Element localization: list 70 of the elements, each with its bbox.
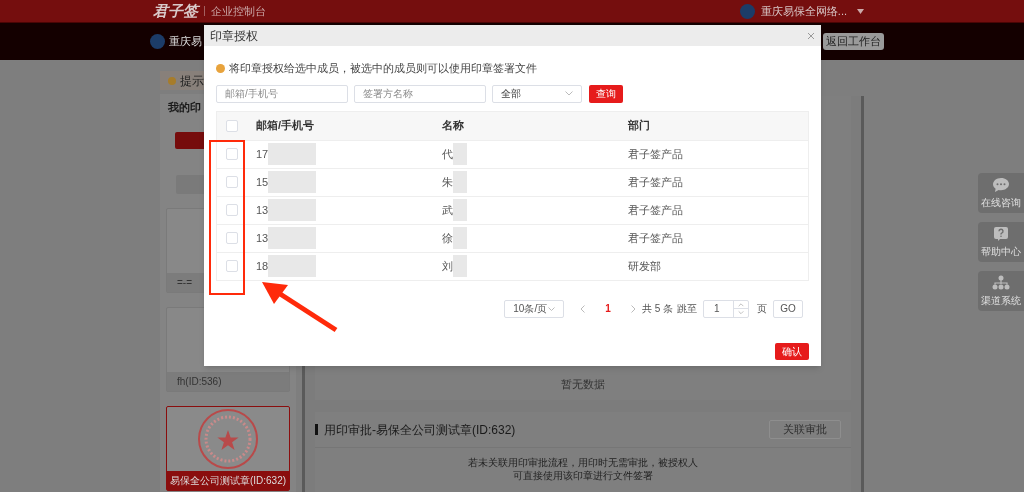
- org-name: 重庆易: [169, 34, 202, 50]
- table-cell: 研发部: [628, 259, 661, 272]
- checkbox[interactable]: [225, 204, 238, 216]
- chevron-down-icon: [548, 306, 556, 311]
- seal-card[interactable]: 易保全公司测试章(ID:632): [166, 406, 290, 491]
- table-cell: 君子签产品: [628, 203, 683, 216]
- checkbox[interactable]: [225, 176, 238, 188]
- avatar: [150, 34, 165, 49]
- logo: 君子签: [153, 0, 198, 22]
- seal-label: 易保全公司测试章(ID:632): [167, 471, 289, 490]
- table-cell: 君子签产品: [628, 175, 683, 188]
- table-cell-text: 刘: [442, 258, 453, 274]
- table-cell-text: 代: [442, 146, 453, 162]
- page-unit: 页: [757, 302, 767, 316]
- table-cell-text: 13: [256, 230, 269, 246]
- info-text: 将印章授权给选中成员，被选中的成员则可以使用印章签署文件: [229, 61, 537, 76]
- confirm-button[interactable]: 确认: [775, 342, 809, 360]
- checkbox[interactable]: [225, 232, 238, 244]
- avatar: [739, 3, 755, 19]
- table-cell-text: 15: [256, 174, 269, 190]
- checkbox[interactable]: [225, 119, 238, 132]
- account-name[interactable]: 重庆易保全网络...: [760, 2, 847, 20]
- jump-label: 跳至: [677, 302, 697, 316]
- empty-text: 暂无数据: [561, 376, 605, 392]
- checkbox[interactable]: [225, 260, 238, 272]
- approval-note: 可直接使用该印章进行文件签署: [513, 469, 653, 482]
- sidebar-title: 我的印: [167, 100, 201, 115]
- seal-label: fh(ID:536): [167, 372, 289, 391]
- console-title: 企业控制台: [211, 3, 266, 19]
- total-count: 共 5 条: [641, 302, 673, 316]
- caret-icon[interactable]: [857, 8, 864, 14]
- search-button[interactable]: 查询: [589, 84, 623, 103]
- help-icon: [993, 225, 1009, 242]
- table-cell: 君子签产品: [628, 231, 683, 244]
- checkbox[interactable]: [225, 148, 238, 160]
- table-cell: 君子签产品: [628, 147, 683, 160]
- dialog-title: 印章授权: [210, 27, 258, 45]
- side-float-button[interactable]: 渠道系统: [978, 271, 1024, 311]
- go-button[interactable]: GO: [773, 299, 803, 318]
- close-icon[interactable]: [807, 31, 815, 40]
- email-field[interactable]: 邮箱/手机号: [216, 84, 348, 103]
- table-cell-text: 武: [442, 202, 453, 218]
- page-size-select[interactable]: 10条/页: [504, 299, 565, 318]
- column-header: 名称: [442, 119, 464, 132]
- table-cell-text: 18: [256, 258, 269, 274]
- table-cell-text: 朱: [442, 174, 453, 190]
- page-number[interactable]: 1: [605, 301, 611, 316]
- page-number-field[interactable]: 1: [703, 299, 749, 318]
- next-icon[interactable]: [630, 304, 636, 313]
- table-cell-text: 13: [256, 202, 269, 218]
- column-header: 邮箱/手机号: [256, 119, 315, 132]
- chevron-down-icon: [565, 91, 573, 96]
- warning-icon: [168, 76, 176, 85]
- table-cell-text: 徐: [442, 230, 453, 246]
- hierarchy-icon: [992, 274, 1010, 291]
- previous-icon[interactable]: [580, 304, 586, 313]
- name-field[interactable]: 签署方名称: [354, 84, 486, 103]
- side-float-button[interactable]: 帮助中心: [978, 222, 1024, 262]
- link-approval-button[interactable]: 关联审批: [769, 420, 841, 439]
- back-button[interactable]: 返回工作台: [823, 33, 884, 50]
- side-float-button[interactable]: 在线咨询: [978, 173, 1024, 213]
- chat-icon: [992, 176, 1010, 193]
- notice-text: 提示: [180, 72, 204, 90]
- column-header: 部门: [628, 119, 650, 132]
- approval-note: 若未关联用印审批流程，用印时无需审批，被授权人: [468, 456, 698, 469]
- increment-icon[interactable]: [734, 300, 748, 309]
- approval-title: 用印审批-易保全公司测试章(ID:632): [324, 421, 516, 439]
- department-select[interactable]: 全部: [492, 84, 582, 103]
- warning-icon: [216, 63, 225, 73]
- table-cell-text: 17: [256, 146, 269, 162]
